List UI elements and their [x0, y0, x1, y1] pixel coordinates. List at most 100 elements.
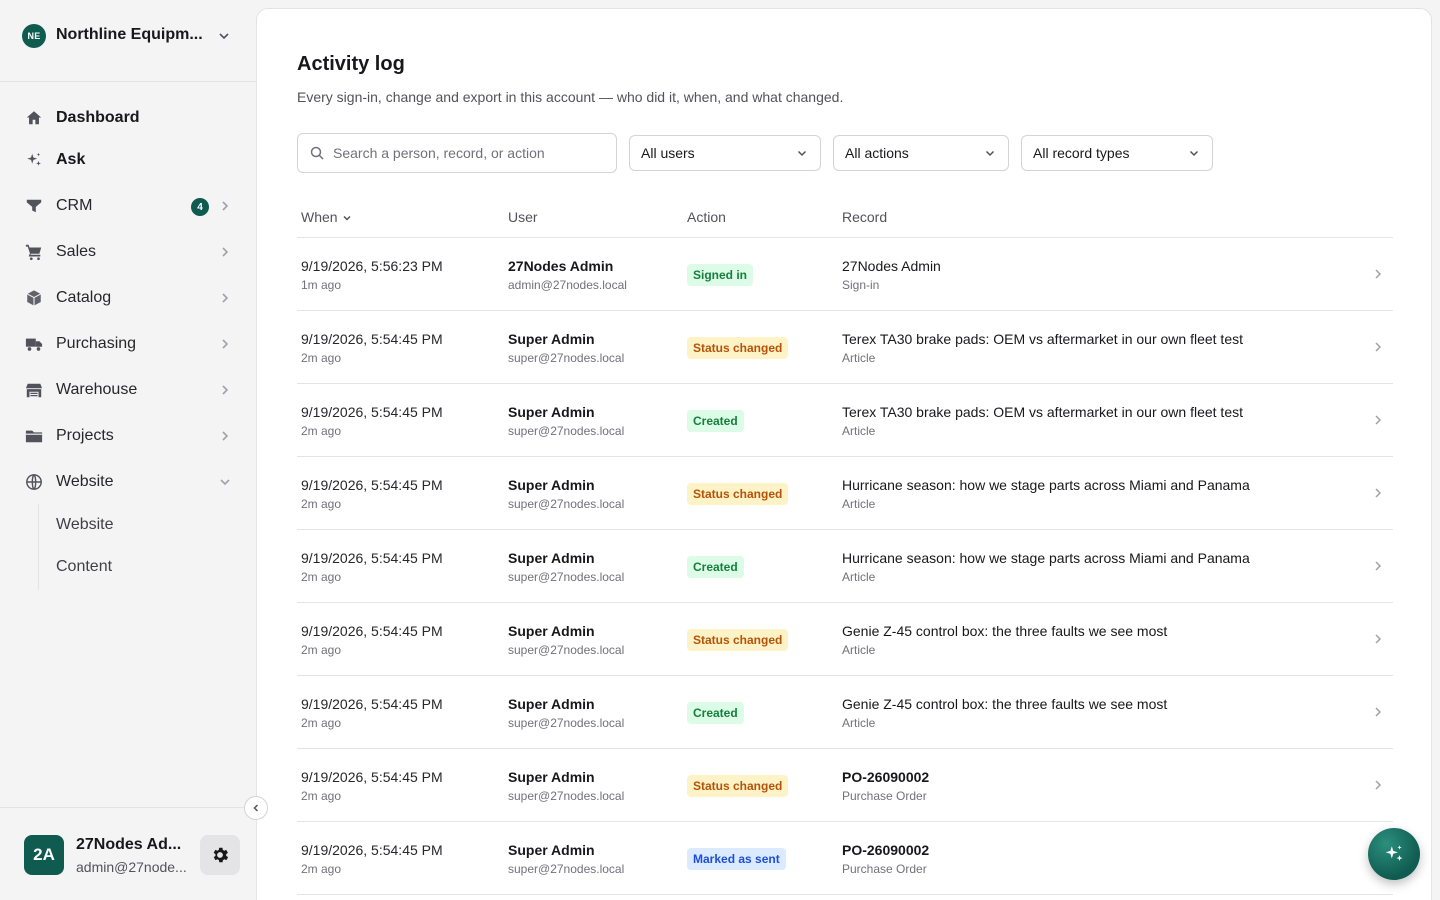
users-filter-value: All users	[641, 145, 695, 161]
row-user-email: super@27nodes.local	[508, 789, 625, 803]
actions-filter-select[interactable]: All actions	[833, 135, 1009, 171]
row-user-email: super@27nodes.local	[508, 643, 625, 657]
row-user-email: super@27nodes.local	[508, 862, 625, 876]
row-user-email: super@27nodes.local	[508, 497, 625, 511]
column-header-record: Record	[842, 209, 888, 225]
row-timestamp: 9/19/2026, 5:54:45 PM	[301, 404, 443, 420]
chevron-right-icon	[1375, 415, 1382, 425]
action-badge: Status changed	[687, 337, 789, 359]
row-timestamp: 9/19/2026, 5:56:23 PM	[301, 258, 443, 274]
row-user-name: Super Admin	[508, 331, 595, 347]
nav-item-catalog[interactable]: Catalog	[12, 278, 244, 318]
nav-label: Catalog	[56, 289, 112, 306]
row-relative-time: 2m ago	[301, 570, 342, 584]
main-panel: Activity log Every sign-in, change and e…	[256, 8, 1432, 900]
row-relative-time: 2m ago	[301, 716, 342, 730]
row-record-name: Hurricane season: how we stage parts acr…	[842, 477, 1250, 493]
table-row[interactable]: 9/19/2026, 5:54:45 PM 2m ago Super Admin su…	[297, 457, 1393, 530]
globe-icon	[24, 472, 44, 492]
nav-label: Warehouse	[56, 381, 138, 398]
column-header-when[interactable]: When	[301, 209, 352, 225]
nav-item-sales[interactable]: Sales	[12, 232, 244, 272]
row-record-name: 27Nodes Admin	[842, 258, 941, 274]
chevron-right-icon	[222, 201, 229, 211]
table-row[interactable]: 9/19/2026, 5:54:45 PM 2m ago Super Admin su…	[297, 530, 1393, 603]
row-timestamp: 9/19/2026, 5:54:45 PM	[301, 550, 443, 566]
table-row[interactable]: 9/19/2026, 5:54:45 PM 2m ago Super Admin su…	[297, 603, 1393, 676]
chevron-right-icon	[222, 293, 229, 303]
chevron-right-icon	[1375, 269, 1382, 279]
nav-item-projects[interactable]: Projects	[12, 416, 244, 456]
settings-button[interactable]	[200, 835, 240, 875]
table-row[interactable]: 9/19/2026, 5:54:45 PM 2m ago Super Admin su…	[297, 822, 1393, 895]
row-user-email: admin@27nodes.local	[508, 278, 627, 292]
row-timestamp: 9/19/2026, 5:54:45 PM	[301, 696, 443, 712]
row-record-name: PO-26090002	[842, 842, 930, 858]
page-subtitle: Every sign-in, change and export in this…	[297, 89, 844, 105]
table-row[interactable]: 9/19/2026, 5:54:45 PM 2m ago Super Admin su…	[297, 749, 1393, 822]
table-row[interactable]: 9/19/2026, 5:54:45 PM 2m ago Super Admin su…	[297, 311, 1393, 384]
chevron-right-icon	[222, 431, 229, 441]
nav-label: Projects	[56, 427, 114, 444]
sidebar: NE Northline Equipm... Dashboard Ask CRM…	[0, 0, 256, 900]
chevron-right-icon	[1375, 634, 1382, 644]
chevron-down-icon	[797, 150, 807, 157]
record-types-filter-value: All record types	[1033, 145, 1130, 161]
nav-item-purchasing[interactable]: Purchasing	[12, 324, 244, 364]
action-badge: Signed in	[687, 264, 753, 286]
row-user-name: Super Admin	[508, 550, 595, 566]
record-types-filter-select[interactable]: All record types	[1021, 135, 1213, 171]
nav-item-website[interactable]: Website	[12, 462, 244, 502]
gear-icon	[213, 847, 229, 863]
row-record-type: Article	[842, 643, 876, 657]
ai-assistant-button[interactable]	[1368, 828, 1420, 880]
funnel-icon	[24, 196, 44, 216]
row-record-type: Sign-in	[842, 278, 880, 292]
chevron-left-icon	[253, 804, 259, 812]
table-row[interactable]: 9/19/2026, 5:54:45 PM 2m ago Super Admin su…	[297, 384, 1393, 457]
collapse-sidebar-button[interactable]	[244, 796, 268, 820]
row-relative-time: 2m ago	[301, 789, 342, 803]
row-user-name: Super Admin	[508, 404, 595, 420]
chevron-right-icon	[1375, 561, 1382, 571]
subnav-item-content[interactable]: Content	[44, 549, 234, 585]
page-title: Activity log	[297, 53, 405, 75]
nav-item-crm[interactable]: CRM 4	[12, 186, 244, 226]
folder-icon	[24, 426, 44, 446]
column-header-user: User	[508, 209, 538, 225]
sparkles-icon	[1385, 845, 1403, 862]
row-user-name: Super Admin	[508, 477, 595, 493]
search-box[interactable]	[297, 133, 617, 173]
row-user-email: super@27nodes.local	[508, 570, 625, 584]
row-record-type: Purchase Order	[842, 789, 927, 803]
nav-item-warehouse[interactable]: Warehouse	[12, 370, 244, 410]
row-record-type: Article	[842, 716, 876, 730]
table-row[interactable]: 9/19/2026, 5:54:45 PM 2m ago Super Admin su…	[297, 676, 1393, 749]
users-filter-select[interactable]: All users	[629, 135, 821, 171]
row-timestamp: 9/19/2026, 5:54:45 PM	[301, 842, 443, 858]
home-icon	[24, 108, 44, 128]
user-email: admin@27node...	[76, 859, 187, 875]
subnav-item-website[interactable]: Website	[44, 507, 234, 543]
table-header: When User Action Record	[297, 199, 1393, 238]
action-badge: Status changed	[687, 483, 789, 505]
row-record-name: Genie Z-45 control box: the three faults…	[842, 623, 1168, 639]
truck-icon	[24, 334, 44, 354]
row-relative-time: 2m ago	[301, 424, 342, 438]
row-user-name: 27Nodes Admin	[508, 258, 614, 274]
row-user-name: Super Admin	[508, 623, 595, 639]
row-user-email: super@27nodes.local	[508, 424, 625, 438]
org-switcher[interactable]: NE Northline Equipm...	[0, 0, 256, 82]
row-record-type: Article	[842, 570, 876, 584]
search-input[interactable]	[333, 143, 609, 163]
search-icon	[310, 146, 324, 160]
chevron-right-icon	[222, 247, 229, 257]
nav-item-dashboard[interactable]: Dashboard	[12, 98, 244, 138]
row-record-name: Terex TA30 brake pads: OEM vs aftermarke…	[842, 404, 1243, 420]
avatar[interactable]: 2A	[24, 835, 64, 875]
nav-label: Ask	[56, 151, 86, 168]
row-user-name: Super Admin	[508, 696, 595, 712]
nav-item-ask[interactable]: Ask	[12, 140, 244, 180]
table-row[interactable]: 9/19/2026, 5:56:23 PM 1m ago 27Nodes Admin…	[297, 238, 1393, 311]
row-record-name: Hurricane season: how we stage parts acr…	[842, 550, 1250, 566]
